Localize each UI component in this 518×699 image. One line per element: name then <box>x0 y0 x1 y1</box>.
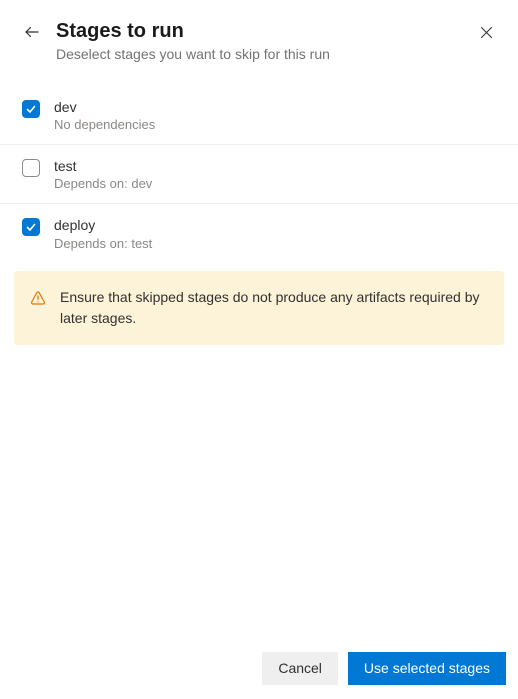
stage-row-test[interactable]: test Depends on: dev <box>0 145 518 204</box>
cancel-button[interactable]: Cancel <box>262 652 338 685</box>
dialog-subtitle: Deselect stages you want to skip for thi… <box>56 46 462 62</box>
stage-dependency: Depends on: dev <box>54 176 496 191</box>
dialog-title: Stages to run <box>56 18 462 44</box>
stage-checkbox-dev[interactable] <box>22 100 40 118</box>
stage-checkbox-test[interactable] <box>22 159 40 177</box>
stage-name: test <box>54 157 496 175</box>
stage-dependency: No dependencies <box>54 117 496 132</box>
stage-name: dev <box>54 98 496 116</box>
header-text: Stages to run Deselect stages you want t… <box>56 18 462 62</box>
close-icon <box>478 24 495 41</box>
use-selected-stages-button[interactable]: Use selected stages <box>348 652 506 685</box>
stage-row-deploy[interactable]: deploy Depends on: test <box>0 204 518 262</box>
dialog-footer: Cancel Use selected stages <box>0 640 518 699</box>
stage-list: dev No dependencies test Depends on: dev… <box>0 86 518 263</box>
dialog-header: Stages to run Deselect stages you want t… <box>0 0 518 74</box>
stage-text: dev No dependencies <box>54 98 496 132</box>
spacer <box>0 345 518 641</box>
arrow-left-icon <box>23 23 41 41</box>
stage-row-dev[interactable]: dev No dependencies <box>0 86 518 145</box>
warning-banner: Ensure that skipped stages do not produc… <box>14 271 504 345</box>
warning-text: Ensure that skipped stages do not produc… <box>60 287 486 329</box>
close-button[interactable] <box>476 22 496 42</box>
back-button[interactable] <box>22 22 42 42</box>
stage-text: test Depends on: dev <box>54 157 496 191</box>
checkmark-icon <box>25 221 37 233</box>
checkmark-icon <box>25 103 37 115</box>
stage-text: deploy Depends on: test <box>54 216 496 250</box>
stage-checkbox-deploy[interactable] <box>22 218 40 236</box>
stage-name: deploy <box>54 216 496 234</box>
stage-dependency: Depends on: test <box>54 236 496 251</box>
warning-icon <box>30 290 46 311</box>
